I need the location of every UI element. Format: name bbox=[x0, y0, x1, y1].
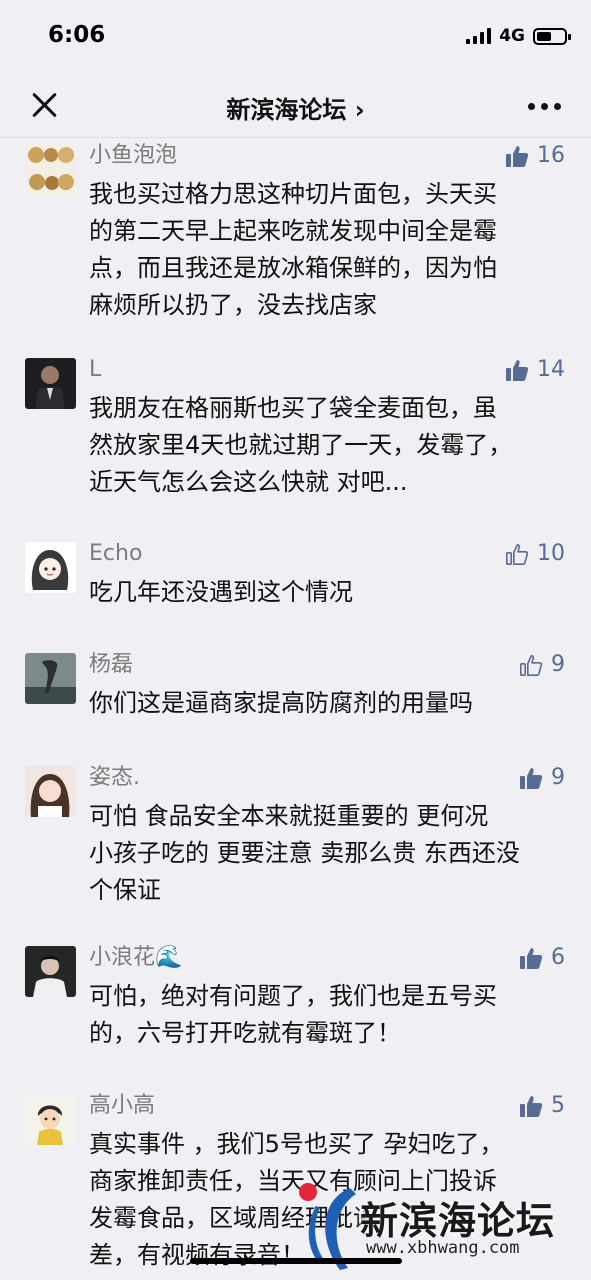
avatar[interactable] bbox=[25, 144, 76, 195]
comment-line: 麻烦所以扔了，没去找店家 bbox=[89, 291, 377, 319]
comment-text: 我朋友在格丽斯也买了袋全麦面包，虽 然放家里4天也就过期了一天，发霉了， 近天气… bbox=[89, 390, 567, 501]
comment-line: 可怕 食品安全本来就挺重要的 更何况 bbox=[89, 802, 489, 830]
nav-bar: 新滨海论坛 › bbox=[0, 72, 591, 138]
like-count: 9 bbox=[551, 652, 565, 677]
comment-list: 小鱼泡泡 16 我也买过格力思这种切片面包，头天买 的第二天早上起来吃就发现中间… bbox=[0, 139, 591, 1279]
comment-item: 小鱼泡泡 16 我也买过格力思这种切片面包，头天买 的第二天早上起来吃就发现中间… bbox=[0, 139, 591, 353]
thumbs-up-filled-icon bbox=[506, 359, 529, 381]
battery-icon bbox=[533, 27, 571, 45]
like-count: 14 bbox=[537, 357, 565, 382]
comment-line: 然放家里4天也就过期了一天，发霉了， bbox=[89, 431, 513, 459]
page-title[interactable]: 新滨海论坛 › bbox=[0, 90, 591, 125]
comment-username[interactable]: 姿态. bbox=[89, 761, 567, 795]
comment-line: 真实事件 ，我们5号也买了 孕妇吃了， bbox=[89, 1130, 504, 1158]
more-options-icon[interactable] bbox=[528, 103, 561, 110]
thumbs-up-outline-icon bbox=[505, 543, 529, 565]
comment-username[interactable]: 高小高 bbox=[89, 1089, 567, 1123]
avatar[interactable] bbox=[25, 766, 76, 817]
like-button[interactable]: 9 bbox=[519, 765, 565, 790]
like-button[interactable]: 14 bbox=[505, 357, 565, 382]
avatar[interactable] bbox=[25, 358, 76, 409]
comment-text: 可怕 食品安全本来就挺重要的 更何况 小孩子吃的 更要注意 卖那么贵 东西还没 … bbox=[89, 798, 567, 909]
comment-item: Echo 10 吃几年还没遇到这个情况 bbox=[0, 537, 591, 648]
comment-text: 吃几年还没遇到这个情况 bbox=[89, 574, 567, 611]
avatar[interactable] bbox=[25, 542, 76, 593]
status-bar: 6:06 4G bbox=[0, 0, 591, 72]
comment-line: 个保证 bbox=[89, 876, 161, 904]
comment-line: 我也买过格力思这种切片面包，头天买 bbox=[89, 180, 497, 208]
thumbs-up-filled-icon bbox=[520, 947, 543, 969]
status-time: 6:06 bbox=[48, 22, 106, 48]
like-count: 9 bbox=[551, 765, 565, 790]
like-count: 10 bbox=[537, 541, 565, 566]
like-count: 16 bbox=[537, 143, 565, 168]
comment-line: 的，六号打开吃就有霉斑了！ bbox=[89, 1019, 401, 1047]
comment-line: 可怕，绝对有问题了，我们也是五号买 bbox=[89, 982, 497, 1010]
network-type: 4G bbox=[499, 26, 525, 46]
comment-item: 小浪花🌊 6 可怕，绝对有问题了，我们也是五号买 的，六号打开吃就有霉斑了！ bbox=[0, 941, 591, 1089]
comment-line: 点，而且我还是放冰箱保鲜的，因为怕 bbox=[89, 254, 497, 282]
thumbs-up-outline-icon bbox=[519, 654, 543, 676]
avatar[interactable] bbox=[25, 653, 76, 704]
thumbs-up-filled-icon bbox=[520, 767, 543, 789]
comment-item: 姿态. 9 可怕 食品安全本来就挺重要的 更何况 小孩子吃的 更要注意 卖那么贵… bbox=[0, 761, 591, 941]
comment-line: 小孩子吃的 更要注意 卖那么贵 东西还没 bbox=[89, 839, 520, 867]
comment-username[interactable]: 小鱼泡泡 bbox=[89, 139, 567, 173]
comment-line: 近天气怎么会这么快就 对吧... bbox=[89, 468, 408, 496]
signal-icon bbox=[466, 28, 492, 44]
comment-text: 你们这是逼商家提高防腐剂的用量吗 bbox=[89, 685, 567, 722]
comment-text: 我也买过格力思这种切片面包，头天买 的第二天早上起来吃就发现中间全是霉 点，而且… bbox=[89, 176, 567, 324]
like-count: 6 bbox=[551, 945, 565, 970]
comment-line: 你们这是逼商家提高防腐剂的用量吗 bbox=[89, 689, 473, 717]
comment-text: 可怕，绝对有问题了，我们也是五号买 的，六号打开吃就有霉斑了！ bbox=[89, 978, 567, 1052]
thumbs-up-filled-icon bbox=[506, 145, 529, 167]
thumbs-up-filled-icon bbox=[520, 1095, 543, 1117]
like-button[interactable]: 6 bbox=[519, 945, 565, 970]
comment-line: 的第二天早上起来吃就发现中间全是霉 bbox=[89, 217, 497, 245]
comment-username[interactable]: L bbox=[89, 353, 567, 387]
comment-item: L 14 我朋友在格丽斯也买了袋全麦面包，虽 然放家里4天也就过期了一天，发霉了… bbox=[0, 353, 591, 537]
comment-username[interactable]: 小浪花🌊 bbox=[89, 941, 567, 975]
comment-item: 杨磊 9 你们这是逼商家提高防腐剂的用量吗 bbox=[0, 648, 591, 761]
like-button[interactable]: 9 bbox=[519, 652, 565, 677]
avatar[interactable] bbox=[25, 1094, 76, 1145]
like-button[interactable]: 16 bbox=[505, 143, 565, 168]
like-count: 5 bbox=[551, 1093, 565, 1118]
watermark-url: www.xbhwang.com bbox=[366, 1238, 520, 1258]
comment-username[interactable]: Echo bbox=[89, 537, 567, 571]
comment-username[interactable]: 杨磊 bbox=[89, 648, 567, 682]
watermark-name: 新滨海论坛 bbox=[360, 1199, 556, 1243]
comment-line: 吃几年还没遇到这个情况 bbox=[89, 578, 353, 606]
like-button[interactable]: 10 bbox=[505, 541, 565, 566]
like-button[interactable]: 5 bbox=[519, 1093, 565, 1118]
avatar[interactable] bbox=[25, 946, 76, 997]
home-indicator[interactable] bbox=[190, 1258, 402, 1264]
status-icons: 4G bbox=[466, 26, 571, 46]
comment-line: 我朋友在格丽斯也买了袋全麦面包，虽 bbox=[89, 394, 497, 422]
